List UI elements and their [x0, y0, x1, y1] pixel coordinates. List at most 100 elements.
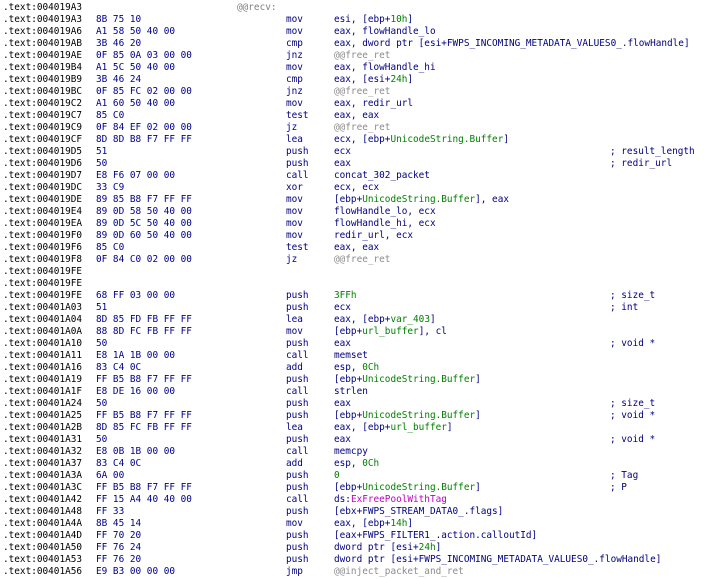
operand-token[interactable]: ds:: [334, 494, 351, 505]
line-address[interactable]: .text:004019C2: [3, 98, 82, 110]
code-line[interactable]: .text:00401A04 8D 85 FD FB FF FF lea eax, […: [0, 314, 714, 326]
operand-token[interactable]: memcpy: [334, 446, 368, 457]
code-line[interactable]: .text:004019F0 89 0D 60 50 40 00 mov redir_…: [0, 230, 714, 242]
operand-token[interactable]: eax, eax: [334, 242, 379, 253]
operand-token[interactable]: ]: [407, 14, 413, 25]
operand-token[interactable]: UnicodeString.Buffer: [390, 134, 503, 145]
instruction-operands[interactable]: esp, 0Ch: [334, 362, 379, 374]
code-line[interactable]: .text:004019F6 85 C0 test eax, eax: [0, 242, 714, 254]
instruction-operands[interactable]: memcpy: [334, 446, 368, 458]
instruction-operands[interactable]: [ebp+url_buffer], cl: [334, 326, 447, 338]
code-line[interactable]: .text:004019C7 85 C0 test eax, eax: [0, 110, 714, 122]
code-line[interactable]: .text:00401A25 FF B5 B8 F7 FF FF push [ebp+…: [0, 410, 714, 422]
operand-token[interactable]: [ebp+: [334, 374, 362, 385]
instruction-operands[interactable]: [eax+FWPS_FILTER1_.action.calloutId]: [334, 530, 537, 542]
instruction-operands[interactable]: eax, flowHandle_lo: [334, 26, 436, 38]
operand-token[interactable]: [eax+FWPS_FILTER1_.action.calloutId]: [334, 530, 537, 541]
instruction-operands[interactable]: eax, redir_url: [334, 98, 413, 110]
instruction-operands[interactable]: eax: [334, 158, 351, 170]
code-line[interactable]: .text:00401A50 FF 76 24 push dword ptr [esi…: [0, 542, 714, 554]
instruction-mnemonic[interactable]: mov: [286, 14, 303, 26]
operand-token[interactable]: eax: [334, 158, 351, 169]
code-line[interactable]: .text:004019C2 A1 60 50 40 00 mov eax, redi…: [0, 98, 714, 110]
operand-token[interactable]: eax, [esi+: [334, 74, 390, 85]
operand-token[interactable]: [ebp+: [334, 482, 362, 493]
instruction-mnemonic[interactable]: test: [286, 110, 309, 122]
operand-token[interactable]: ]: [475, 410, 481, 421]
line-address[interactable]: .text:00401A04: [3, 314, 82, 326]
instruction-operands[interactable]: @@free_ret: [334, 122, 390, 134]
line-address[interactable]: .text:00401A31: [3, 434, 82, 446]
operand-token[interactable]: ]: [503, 134, 509, 145]
line-address[interactable]: .text:00401A50: [3, 542, 82, 554]
operand-token[interactable]: 24h: [390, 74, 407, 85]
instruction-operands[interactable]: @@free_ret: [334, 50, 390, 62]
code-line[interactable]: .text:004019D7 E8 F6 07 00 00 call concat_3…: [0, 170, 714, 182]
operand-token[interactable]: 24h: [419, 542, 436, 553]
code-line[interactable]: .text:004019A3 @@recv:: [0, 2, 714, 14]
code-line[interactable]: .text:00401A24 50 push eax ; size_t: [0, 398, 714, 410]
code-line[interactable]: .text:004019D5 51 push ecx ; result_length: [0, 146, 714, 158]
instruction-operands[interactable]: [ebp+UnicodeString.Buffer]: [334, 482, 481, 494]
instruction-mnemonic[interactable]: mov: [286, 326, 303, 338]
instruction-mnemonic[interactable]: push: [286, 158, 309, 170]
line-address[interactable]: .text:004019F0: [3, 230, 82, 242]
line-address[interactable]: .text:00401A48: [3, 506, 82, 518]
code-line[interactable]: .text:004019DE 89 85 B8 F7 FF FF mov [ebp+U…: [0, 194, 714, 206]
instruction-operands[interactable]: [ebp+UnicodeString.Buffer]: [334, 374, 481, 386]
code-line[interactable]: .text:004019F8 0F 84 C0 02 00 00 jz @@free_…: [0, 254, 714, 266]
operand-token[interactable]: @@free_ret: [334, 122, 390, 133]
instruction-mnemonic[interactable]: jz: [286, 122, 297, 134]
operand-token[interactable]: eax, eax: [334, 110, 379, 121]
operand-token[interactable]: UnicodeString.Buffer: [362, 374, 475, 385]
operand-token[interactable]: ecx, [ebp+: [334, 134, 390, 145]
instruction-mnemonic[interactable]: xor: [286, 182, 303, 194]
operand-token[interactable]: eax, flowHandle_lo: [334, 26, 436, 37]
operand-token[interactable]: ], cl: [419, 326, 447, 337]
line-address[interactable]: .text:00401A3C: [3, 482, 82, 494]
line-address[interactable]: .text:00401A53: [3, 554, 82, 566]
instruction-mnemonic[interactable]: add: [286, 458, 303, 470]
instruction-mnemonic[interactable]: cmp: [286, 38, 303, 50]
operand-token[interactable]: 0: [334, 470, 340, 481]
code-line[interactable]: .text:00401A56 E9 B3 00 00 00 jmp @@inject_…: [0, 566, 714, 578]
line-address[interactable]: .text:004019E4: [3, 206, 82, 218]
operand-token[interactable]: UnicodeString.Buffer: [362, 410, 475, 421]
operand-token[interactable]: [ebx+FWPS_STREAM_DATA0_.flags]: [334, 506, 503, 517]
instruction-mnemonic[interactable]: push: [286, 374, 309, 386]
instruction-operands[interactable]: [ebp+UnicodeString.Buffer], eax: [334, 194, 509, 206]
operand-token[interactable]: ]: [436, 542, 442, 553]
instruction-mnemonic[interactable]: jmp: [286, 566, 303, 578]
line-address[interactable]: .text:004019FE: [3, 266, 82, 278]
operand-token[interactable]: @@inject_packet_and_ret: [334, 566, 464, 577]
instruction-operands[interactable]: @@free_ret: [334, 86, 390, 98]
line-address[interactable]: .text:00401A3A: [3, 470, 82, 482]
code-line[interactable]: .text:00401A11 E8 1A 1B 00 00 call memset: [0, 350, 714, 362]
instruction-mnemonic[interactable]: push: [286, 434, 309, 446]
operand-token[interactable]: ], eax: [475, 194, 509, 205]
code-line[interactable]: .text:004019FE 68 FF 03 00 00 push 3FFh ; si…: [0, 290, 714, 302]
code-line[interactable]: .text:00401A4A 8B 45 14 mov eax, [ebp+14h]: [0, 518, 714, 530]
operand-token[interactable]: 0Ch: [362, 362, 379, 373]
instruction-mnemonic[interactable]: lea: [286, 422, 303, 434]
operand-token[interactable]: [ebp+: [334, 410, 362, 421]
instruction-mnemonic[interactable]: cmp: [286, 74, 303, 86]
line-address[interactable]: .text:004019B4: [3, 62, 82, 74]
instruction-operands[interactable]: redir_url, ecx: [334, 230, 413, 242]
operand-token[interactable]: ]: [475, 374, 481, 385]
line-address[interactable]: .text:004019FE: [3, 278, 82, 290]
instruction-mnemonic[interactable]: lea: [286, 314, 303, 326]
instruction-mnemonic[interactable]: mov: [286, 230, 303, 242]
instruction-mnemonic[interactable]: push: [286, 470, 309, 482]
line-address[interactable]: .text:00401A32: [3, 446, 82, 458]
operand-token[interactable]: [ebp+: [334, 194, 362, 205]
instruction-mnemonic[interactable]: call: [286, 350, 309, 362]
operand-token[interactable]: ]: [407, 518, 413, 529]
instruction-mnemonic[interactable]: push: [286, 530, 309, 542]
code-line[interactable]: .text:00401A32 E8 0B 1B 00 00 call memcpy: [0, 446, 714, 458]
code-line[interactable]: .text:004019C9 0F 84 EF 02 00 00 jz @@free_…: [0, 122, 714, 134]
line-address[interactable]: .text:00401A37: [3, 458, 82, 470]
code-line[interactable]: .text:00401A19 FF B5 B8 F7 FF FF push [ebp+…: [0, 374, 714, 386]
instruction-operands[interactable]: @@free_ret: [334, 254, 390, 266]
instruction-operands[interactable]: ecx: [334, 146, 351, 158]
